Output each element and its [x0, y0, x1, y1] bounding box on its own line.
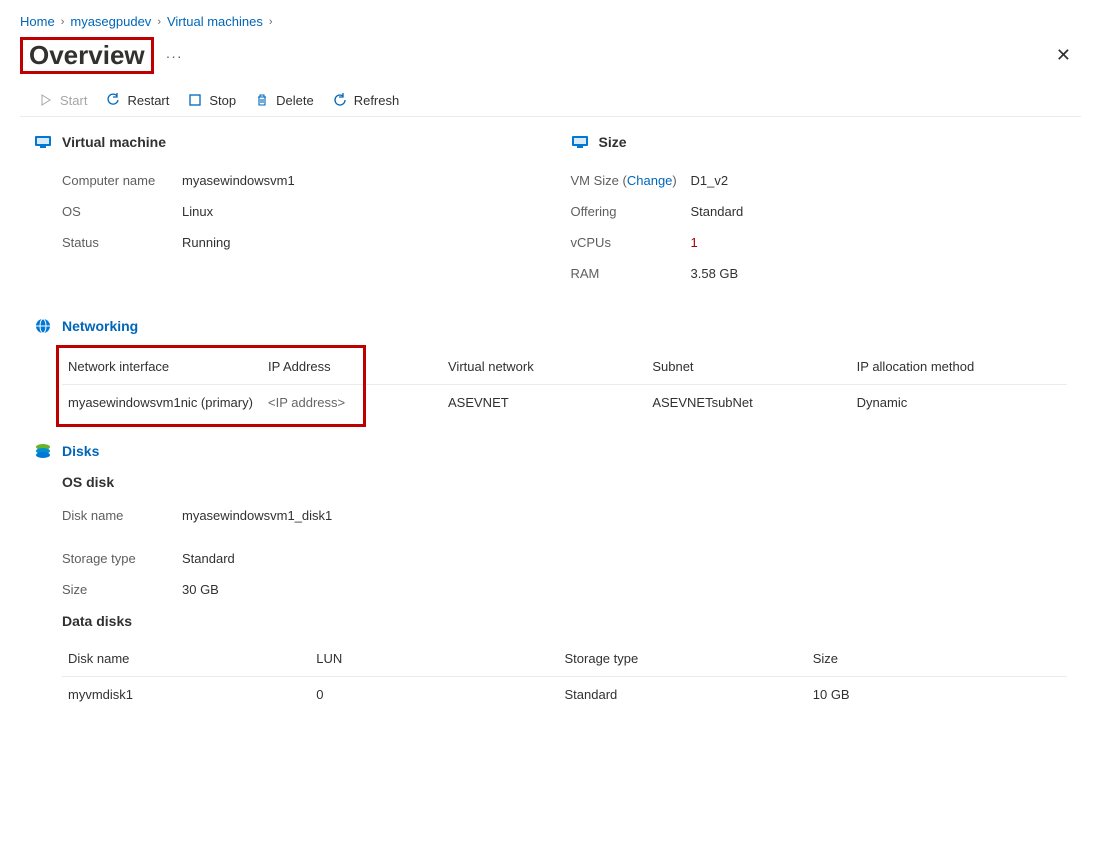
os-label: OS — [62, 204, 182, 219]
vmsize-value: D1_v2 — [691, 173, 729, 188]
disk-name-value: myasewindowsvm1_disk1 — [182, 508, 332, 523]
disk-name-label: Disk name — [62, 508, 182, 523]
close-icon[interactable]: ✕ — [1046, 41, 1081, 70]
refresh-button[interactable]: Refresh — [332, 92, 400, 108]
delete-label: Delete — [276, 93, 314, 108]
vm-heading-label: Virtual machine — [62, 134, 166, 150]
subnet-value: ASEVNETsubNet — [652, 395, 856, 410]
refresh-icon — [332, 92, 348, 108]
play-icon — [38, 92, 54, 108]
data-disk-table-header: Disk name LUN Storage type Size — [62, 641, 1067, 677]
vnet-value: ASEVNET — [448, 395, 652, 410]
vcpus-value: 1 — [691, 235, 698, 250]
data-disks-heading: Data disks — [62, 613, 1067, 629]
ram-value: 3.58 GB — [691, 266, 739, 281]
size-heading-label: Size — [599, 134, 627, 150]
status-label: Status — [62, 235, 182, 250]
offering-value: Standard — [691, 204, 744, 219]
network-table-header: Network interface IP Address Virtual net… — [62, 349, 1067, 385]
alloc-value: Dynamic — [857, 395, 1061, 410]
start-label: Start — [60, 93, 87, 108]
col-vnet: Virtual network — [448, 359, 652, 374]
networking-icon — [34, 317, 52, 335]
vm-icon — [34, 133, 52, 151]
col-ip: IP Address — [268, 359, 448, 374]
restart-button[interactable]: Restart — [105, 92, 169, 108]
data-disk-lun: 0 — [316, 687, 564, 702]
disks-icon — [34, 442, 52, 460]
vm-section-heading: Virtual machine — [34, 133, 531, 151]
network-table-row: myasewindowsvm1nic (primary) <IP address… — [62, 385, 1067, 420]
breadcrumb-resource[interactable]: myasegpudev — [70, 14, 151, 29]
vcpus-label: vCPUs — [571, 235, 691, 250]
data-disk-row: myvmdisk1 0 Standard 10 GB — [62, 677, 1067, 712]
col-lun: LUN — [316, 651, 564, 666]
breadcrumb-home[interactable]: Home — [20, 14, 55, 29]
restart-label: Restart — [127, 93, 169, 108]
os-value: Linux — [182, 204, 213, 219]
breadcrumb: Home › myasegpudev › Virtual machines › — [10, 10, 1091, 33]
refresh-label: Refresh — [354, 93, 400, 108]
col-nic: Network interface — [68, 359, 268, 374]
col-alloc: IP allocation method — [857, 359, 1061, 374]
col-storage: Storage type — [565, 651, 813, 666]
size-icon — [571, 133, 589, 151]
data-disk-size: 10 GB — [813, 687, 1061, 702]
size-value: 30 GB — [182, 582, 219, 597]
col-size: Size — [813, 651, 1061, 666]
data-disk-name: myvmdisk1 — [68, 687, 316, 702]
disks-section-heading[interactable]: Disks — [34, 442, 1067, 460]
storage-type-label: Storage type — [62, 551, 182, 566]
ram-label: RAM — [571, 266, 691, 281]
start-button: Start — [38, 92, 87, 108]
data-disk-storage: Standard — [565, 687, 813, 702]
page-title: Overview — [20, 37, 154, 74]
delete-button[interactable]: Delete — [254, 92, 314, 108]
storage-type-value: Standard — [182, 551, 235, 566]
offering-label: Offering — [571, 204, 691, 219]
change-link[interactable]: Change — [627, 173, 673, 188]
col-subnet: Subnet — [652, 359, 856, 374]
size-section-heading: Size — [571, 133, 1068, 151]
stop-icon — [187, 92, 203, 108]
more-icon[interactable]: ··· — [166, 48, 183, 64]
computer-name-value: myasewindowsvm1 — [182, 173, 295, 188]
size-label: Size — [62, 582, 182, 597]
breadcrumb-section[interactable]: Virtual machines — [167, 14, 263, 29]
chevron-right-icon: › — [61, 16, 65, 28]
delete-icon — [254, 92, 270, 108]
disks-heading-label: Disks — [62, 443, 99, 459]
chevron-right-icon: › — [157, 16, 161, 28]
networking-heading-label: Networking — [62, 318, 138, 334]
computer-name-label: Computer name — [62, 173, 182, 188]
networking-section-heading[interactable]: Networking — [34, 317, 1067, 335]
stop-button[interactable]: Stop — [187, 92, 236, 108]
toolbar: Start Restart Stop Delete Refresh — [20, 84, 1081, 117]
chevron-right-icon: › — [269, 16, 273, 28]
restart-icon — [105, 92, 121, 108]
os-disk-heading: OS disk — [62, 474, 1067, 490]
status-value: Running — [182, 235, 230, 250]
nic-value: myasewindowsvm1nic (primary) — [68, 395, 268, 410]
ip-value: <IP address> — [268, 395, 448, 410]
col-disk-name: Disk name — [68, 651, 316, 666]
vmsize-label: VM Size (Change) — [571, 173, 691, 188]
stop-label: Stop — [209, 93, 236, 108]
